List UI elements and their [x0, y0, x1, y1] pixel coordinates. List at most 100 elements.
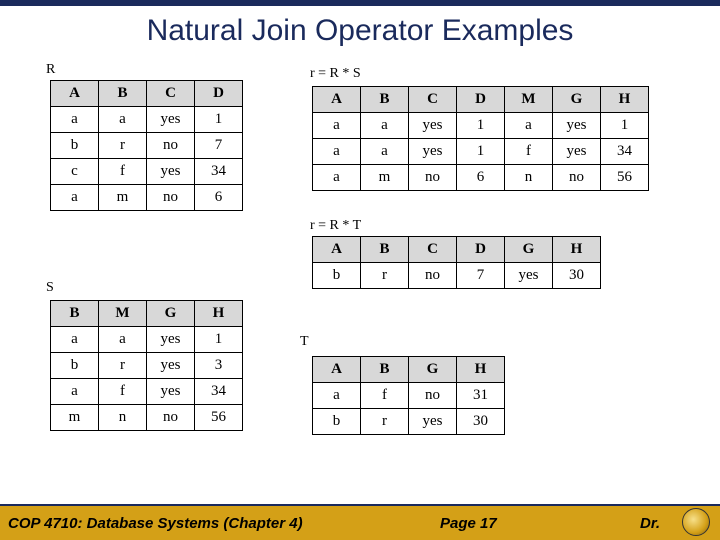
td: no: [409, 263, 457, 289]
td: yes: [147, 379, 195, 405]
td: a: [361, 113, 409, 139]
td: r: [361, 409, 409, 435]
td: b: [313, 409, 361, 435]
table-S: B M G H aayes1 bryes3 afyes34 mnno56: [50, 300, 243, 431]
td: n: [99, 405, 147, 431]
td: 7: [457, 263, 505, 289]
td: 1: [195, 107, 243, 133]
td: b: [313, 263, 361, 289]
td: 7: [195, 133, 243, 159]
th: C: [409, 237, 457, 263]
td: yes: [505, 263, 553, 289]
td: b: [51, 133, 99, 159]
td: 3: [195, 353, 243, 379]
th: H: [553, 237, 601, 263]
table-T: A B G H afno31 bryes30: [312, 356, 505, 435]
td: yes: [409, 139, 457, 165]
th: M: [505, 87, 553, 113]
td: b: [51, 353, 99, 379]
td: a: [51, 327, 99, 353]
td: yes: [409, 113, 457, 139]
th: A: [313, 237, 361, 263]
th: D: [457, 237, 505, 263]
td: a: [99, 327, 147, 353]
td: 1: [457, 113, 505, 139]
td: no: [409, 383, 457, 409]
td: r: [361, 263, 409, 289]
th: G: [505, 237, 553, 263]
th: H: [195, 301, 243, 327]
slide-title: Natural Join Operator Examples: [0, 14, 720, 48]
td: r: [99, 353, 147, 379]
td: a: [51, 107, 99, 133]
table-R: A B C D aayes1 brno7 cfyes34 amno6: [50, 80, 243, 211]
td: a: [313, 113, 361, 139]
td: yes: [553, 139, 601, 165]
footer-page: Page 17: [440, 515, 497, 532]
td: r: [99, 133, 147, 159]
th: M: [99, 301, 147, 327]
th: B: [361, 237, 409, 263]
th: A: [313, 357, 361, 383]
td: m: [361, 165, 409, 191]
footer-course: COP 4710: Database Systems (Chapter 4): [8, 515, 303, 532]
td: yes: [147, 107, 195, 133]
td: 1: [195, 327, 243, 353]
td: no: [409, 165, 457, 191]
td: yes: [409, 409, 457, 435]
td: 56: [195, 405, 243, 431]
td: c: [51, 159, 99, 185]
td: 34: [195, 379, 243, 405]
td: 31: [457, 383, 505, 409]
th: C: [409, 87, 457, 113]
td: f: [99, 379, 147, 405]
td: a: [361, 139, 409, 165]
td: a: [99, 107, 147, 133]
td: 34: [195, 159, 243, 185]
th: D: [195, 81, 243, 107]
table-RS: A B C D M G H aayes1ayes1 aayes1fyes34 a…: [312, 86, 649, 191]
td: f: [99, 159, 147, 185]
top-accent-bar: [0, 0, 720, 6]
th: A: [51, 81, 99, 107]
th: B: [361, 87, 409, 113]
label-RT: r = R * T: [310, 218, 361, 234]
td: no: [147, 133, 195, 159]
footer-bar: COP 4710: Database Systems (Chapter 4) P…: [0, 504, 720, 540]
td: no: [553, 165, 601, 191]
th: G: [553, 87, 601, 113]
td: 1: [601, 113, 649, 139]
label-RS: r = R * S: [310, 66, 361, 82]
table-RT: A B C D G H brno7yes30: [312, 236, 601, 289]
content-area: R A B C D aayes1 brno7 cfyes34 amno6 r =…: [0, 62, 720, 492]
td: a: [313, 383, 361, 409]
th: B: [99, 81, 147, 107]
td: n: [505, 165, 553, 191]
th: A: [313, 87, 361, 113]
td: 30: [457, 409, 505, 435]
label-S: S: [46, 280, 54, 296]
th: H: [601, 87, 649, 113]
th: B: [51, 301, 99, 327]
td: 56: [601, 165, 649, 191]
td: a: [505, 113, 553, 139]
td: m: [51, 405, 99, 431]
td: a: [313, 139, 361, 165]
th: C: [147, 81, 195, 107]
td: yes: [147, 159, 195, 185]
th: B: [361, 357, 409, 383]
footer-author: Dr.: [640, 515, 660, 532]
td: no: [147, 185, 195, 211]
th: G: [409, 357, 457, 383]
td: 6: [457, 165, 505, 191]
label-T: T: [300, 334, 309, 350]
td: a: [51, 379, 99, 405]
td: yes: [553, 113, 601, 139]
td: a: [51, 185, 99, 211]
td: 6: [195, 185, 243, 211]
td: yes: [147, 327, 195, 353]
td: a: [313, 165, 361, 191]
td: yes: [147, 353, 195, 379]
td: 34: [601, 139, 649, 165]
td: m: [99, 185, 147, 211]
